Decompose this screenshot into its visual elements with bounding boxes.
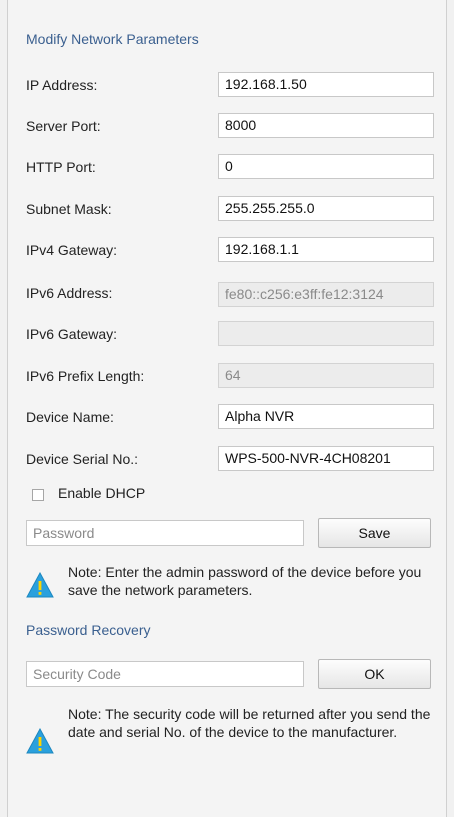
ok-button[interactable]: OK <box>318 659 431 689</box>
device-serial-field[interactable]: WPS-500-NVR-4CH08201 <box>218 446 434 471</box>
section-title-password-recovery: Password Recovery <box>26 622 151 638</box>
http-port-label: HTTP Port: <box>26 159 96 175</box>
http-port-field[interactable]: 0 <box>218 154 434 179</box>
subnet-mask-field[interactable]: 255.255.255.0 <box>218 196 434 221</box>
recovery-note: Note: The security code will be returned… <box>68 706 431 740</box>
save-note: Note: Enter the admin password of the de… <box>68 564 422 598</box>
subnet-mask-label: Subnet Mask: <box>26 201 112 217</box>
ipv6-address-field: fe80::c256:e3ff:fe12:3124 <box>218 282 434 307</box>
security-code-input[interactable]: Security Code <box>26 661 304 687</box>
server-port-label: Server Port: <box>26 118 101 134</box>
ip-address-label: IP Address: <box>26 77 98 93</box>
enable-dhcp-label: Enable DHCP <box>58 485 146 501</box>
network-parameters-panel: Modify Network Parameters IP Address: 19… <box>7 0 447 817</box>
device-name-field[interactable]: Alpha NVR <box>218 404 434 429</box>
ipv6-gateway-field <box>218 321 434 346</box>
server-port-field[interactable]: 8000 <box>218 113 434 138</box>
ipv6-prefix-length-field: 64 <box>218 363 434 388</box>
warning-icon <box>26 727 54 754</box>
enable-dhcp-checkbox[interactable] <box>32 489 44 501</box>
save-button[interactable]: Save <box>318 518 431 548</box>
section-title-network: Modify Network Parameters <box>26 31 199 47</box>
ipv4-gateway-field[interactable]: 192.168.1.1 <box>218 237 434 262</box>
device-serial-label: Device Serial No.: <box>26 451 139 467</box>
device-name-label: Device Name: <box>26 409 114 425</box>
ip-address-field[interactable]: 192.168.1.50 <box>218 72 434 97</box>
warning-icon <box>26 571 54 598</box>
ipv6-prefix-length-label: IPv6 Prefix Length: <box>26 368 145 384</box>
ipv6-gateway-label: IPv6 Gateway: <box>26 326 118 342</box>
ipv6-address-label: IPv6 Address: <box>26 285 113 301</box>
password-input[interactable]: Password <box>26 520 304 546</box>
ipv4-gateway-label: IPv4 Gateway: <box>26 242 118 258</box>
